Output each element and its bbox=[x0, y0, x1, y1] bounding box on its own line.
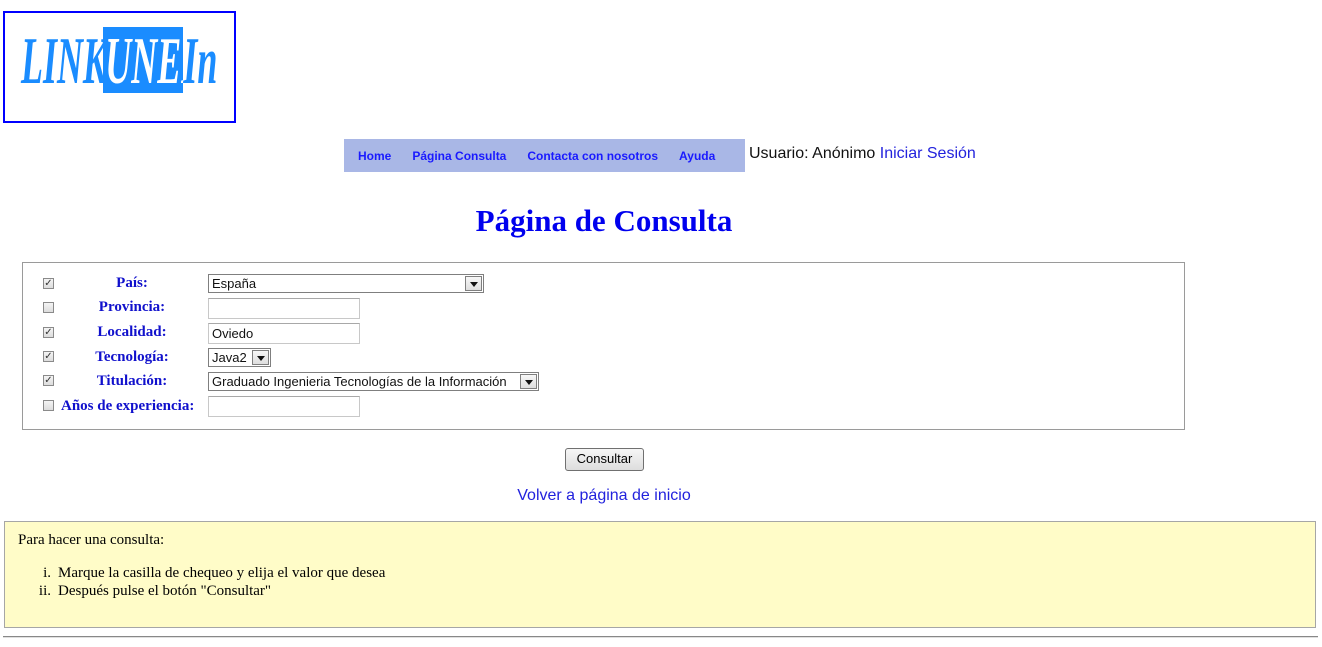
footer-divider bbox=[3, 636, 1318, 638]
help-step-number: ii. bbox=[38, 583, 51, 599]
help-step-text: Marque la casilla de chequeo y elija el … bbox=[58, 565, 386, 581]
label-pais: País: bbox=[116, 275, 148, 291]
label-tecnologia: Tecnología: bbox=[95, 349, 169, 365]
consultar-button[interactable]: Consultar bbox=[565, 448, 644, 471]
help-steps: i. Marque la casilla de chequeo y elija … bbox=[18, 565, 385, 601]
select-tecnologia-value: Java2 bbox=[212, 350, 247, 365]
label-localidad: Localidad: bbox=[97, 324, 167, 340]
checkbox-provincia[interactable] bbox=[43, 302, 54, 313]
site-logo: LINK UNED In bbox=[3, 11, 236, 123]
checkbox-tecnologia[interactable]: ✓ bbox=[43, 351, 54, 362]
page-title: Página de Consulta bbox=[475, 203, 733, 238]
checkbox-pais[interactable]: ✓ bbox=[43, 278, 54, 289]
logo-text-in: In bbox=[183, 23, 218, 98]
help-step: ii. Después pulse el botón "Consultar" bbox=[18, 583, 385, 601]
nav-home[interactable]: Home bbox=[358, 149, 391, 163]
input-experiencia[interactable] bbox=[208, 396, 360, 417]
label-titulacion: Titulación: bbox=[96, 373, 168, 389]
logo-graphic: LINK UNED In bbox=[20, 23, 218, 98]
input-provincia[interactable] bbox=[208, 298, 360, 319]
input-localidad[interactable]: Oviedo bbox=[208, 323, 360, 344]
label-provincia: Provincia: bbox=[98, 299, 166, 315]
login-link[interactable]: Iniciar Sesión bbox=[880, 145, 976, 162]
main-nav: Home Página Consulta Contacta con nosotr… bbox=[344, 139, 745, 172]
select-titulacion-value: Graduado Ingenieria Tecnologías de la In… bbox=[212, 374, 507, 389]
chevron-down-icon bbox=[465, 276, 482, 291]
checkbox-titulacion[interactable]: ✓ bbox=[43, 375, 54, 386]
chevron-down-icon bbox=[252, 350, 269, 365]
nav-ayuda[interactable]: Ayuda bbox=[679, 149, 715, 163]
query-form: ✓ País: España Provincia: ✓ Localidad: O… bbox=[22, 262, 1185, 430]
select-pais[interactable]: España bbox=[208, 274, 484, 293]
select-tecnologia[interactable]: Java2 bbox=[208, 348, 271, 367]
back-home-link[interactable]: Volver a página de inicio bbox=[0, 487, 1208, 505]
chevron-down-icon bbox=[520, 374, 537, 389]
user-label: Usuario: Anónimo bbox=[749, 145, 876, 162]
select-titulacion[interactable]: Graduado Ingenieria Tecnologías de la In… bbox=[208, 372, 539, 391]
select-pais-value: España bbox=[212, 276, 257, 291]
nav-pagina-consulta[interactable]: Página Consulta bbox=[412, 149, 506, 163]
user-status: Usuario: Anónimo Iniciar Sesión bbox=[749, 145, 976, 163]
help-step-number: i. bbox=[43, 565, 51, 581]
checkbox-experiencia[interactable] bbox=[43, 400, 54, 411]
nav-contacta[interactable]: Contacta con nosotros bbox=[527, 149, 658, 163]
help-step: i. Marque la casilla de chequeo y elija … bbox=[18, 565, 385, 583]
help-title: Para hacer una consulta: bbox=[18, 532, 165, 548]
label-experiencia: Años de experiencia: bbox=[61, 398, 195, 414]
help-step-text: Después pulse el botón "Consultar" bbox=[58, 583, 272, 599]
logo-text-link: LINK bbox=[20, 23, 109, 98]
help-box: Para hacer una consulta: i. Marque la ca… bbox=[4, 521, 1316, 628]
checkbox-localidad[interactable]: ✓ bbox=[43, 327, 54, 338]
